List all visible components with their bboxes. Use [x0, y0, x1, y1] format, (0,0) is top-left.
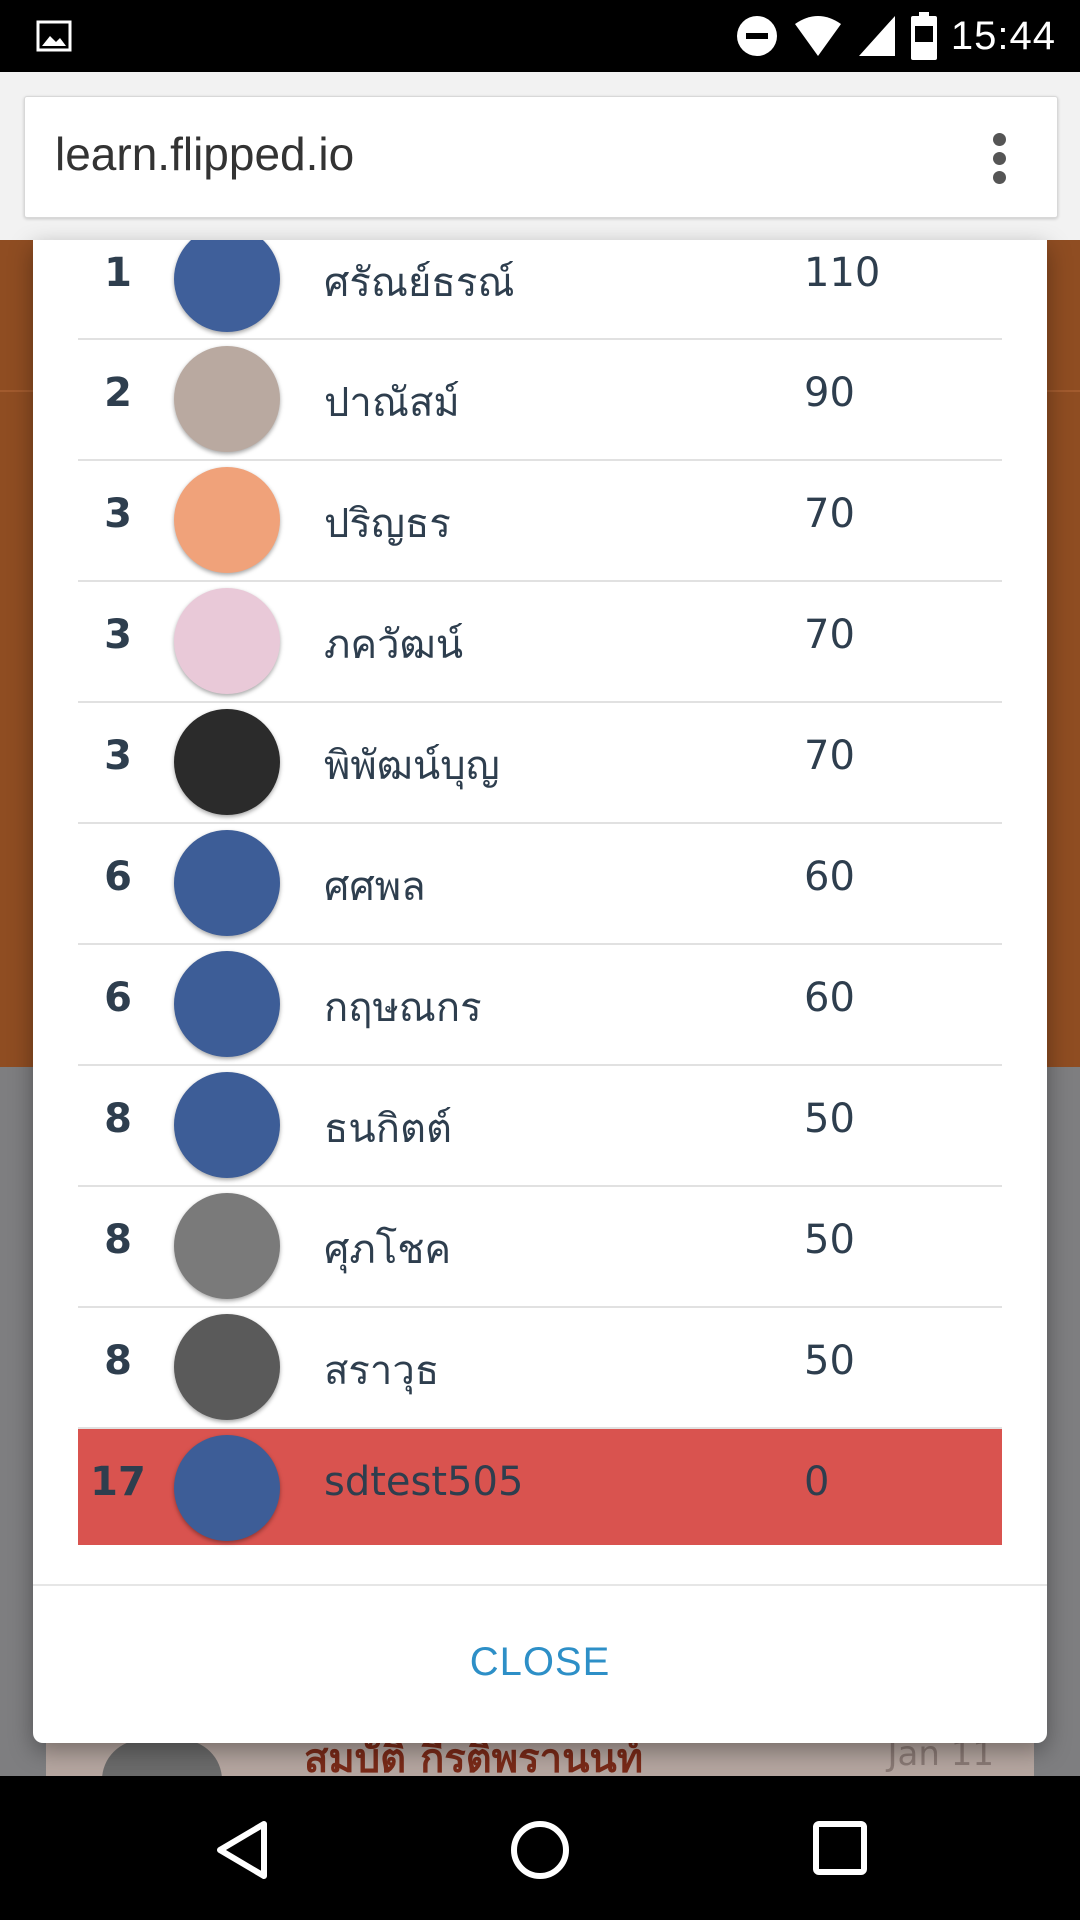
rank: 3: [104, 491, 132, 537]
url-text[interactable]: learn.flipped.io: [55, 127, 354, 181]
avatar: [174, 346, 280, 452]
dialog-divider: [33, 1584, 1047, 1586]
student-name: พิพัฒน์บุญ: [324, 743, 500, 789]
avatar: [174, 951, 280, 1057]
home-icon[interactable]: [508, 1818, 572, 1882]
student-name: ธนกิตต์: [324, 1106, 452, 1152]
avatar: [174, 830, 280, 936]
close-button[interactable]: CLOSE: [33, 1640, 1047, 1685]
table-row: 6 กฤษณกร 60: [78, 945, 1002, 1066]
table-row: 3 ปริญธร 70: [78, 461, 1002, 582]
score: 70: [804, 491, 855, 537]
rank: 8: [104, 1217, 132, 1263]
table-row: 1 ศรัณย์ธรณ์ 110: [78, 240, 1002, 340]
rank: 8: [104, 1338, 132, 1384]
signal-icon: [858, 16, 895, 56]
browser-toolbar: learn.flipped.io: [0, 72, 1080, 240]
student-name: ภควัฒน์: [324, 622, 464, 668]
do-not-disturb-icon: [736, 16, 777, 56]
address-bar[interactable]: learn.flipped.io: [24, 96, 1058, 218]
score: 50: [804, 1096, 855, 1142]
score: 90: [804, 370, 855, 416]
navigation-bar: [0, 1776, 1080, 1920]
student-name: ศุภโชค: [324, 1227, 452, 1273]
score: 0: [804, 1459, 830, 1505]
image-icon: [36, 20, 72, 52]
student-name: ศศพล: [324, 864, 426, 910]
avatar: [174, 1435, 280, 1541]
score: 50: [804, 1217, 855, 1263]
table-row: 8 สราวุธ 50: [78, 1308, 1002, 1429]
clock: 15:44: [950, 13, 1056, 58]
avatar: [174, 467, 280, 573]
rank: 17: [90, 1459, 146, 1505]
rank: 2: [104, 370, 132, 416]
rank: 1: [104, 250, 132, 296]
table-row: 8 ธนกิตต์ 50: [78, 1066, 1002, 1187]
avatar: [174, 1072, 280, 1178]
leaderboard-table: 1 ศรัณย์ธรณ์ 110 2 ปาณัสม์ 90 3 ปริญธร 7…: [78, 240, 1002, 1545]
avatar: [174, 709, 280, 815]
rank: 6: [104, 975, 132, 1021]
score: 110: [804, 250, 881, 296]
rank: 3: [104, 612, 132, 658]
student-name: กฤษณกร: [324, 985, 482, 1031]
avatar: [174, 588, 280, 694]
status-bar: 15:44: [0, 0, 1080, 72]
student-name: ปริญธร: [324, 501, 451, 547]
background-list-item: สมบัติ กีรติพรานนท์ Jan 11: [46, 1740, 1034, 1780]
battery-icon: [910, 12, 937, 60]
score: 60: [804, 975, 855, 1021]
score: 50: [804, 1338, 855, 1384]
student-name: สราวุธ: [324, 1348, 440, 1394]
score: 60: [804, 854, 855, 900]
recents-icon[interactable]: [810, 1818, 870, 1878]
avatar: [174, 1193, 280, 1299]
background-name: สมบัติ กีรติพรานนท์: [304, 1740, 644, 1780]
student-name: ศรัณย์ธรณ์: [324, 260, 515, 306]
rank: 3: [104, 733, 132, 779]
score: 70: [804, 733, 855, 779]
rank: 8: [104, 1096, 132, 1142]
table-row: 2 ปาณัสม์ 90: [78, 340, 1002, 461]
rank: 6: [104, 854, 132, 900]
overflow-menu-icon[interactable]: [989, 133, 1009, 189]
table-row: 3 พิพัฒน์บุญ 70: [78, 703, 1002, 824]
background-date: Jan 11: [887, 1740, 994, 1774]
back-icon[interactable]: [212, 1818, 272, 1882]
current-user-row: 17 sdtest505 0: [78, 1429, 1002, 1545]
student-name: ปาณัสม์: [324, 380, 460, 426]
table-row: 8 ศุภโชค 50: [78, 1187, 1002, 1308]
avatar: [174, 1314, 280, 1420]
leaderboard-dialog: 1 ศรัณย์ธรณ์ 110 2 ปาณัสม์ 90 3 ปริญธร 7…: [33, 240, 1047, 1743]
score: 70: [804, 612, 855, 658]
wifi-icon: [794, 16, 841, 56]
table-row: 3 ภควัฒน์ 70: [78, 582, 1002, 703]
table-row: 6 ศศพล 60: [78, 824, 1002, 945]
avatar: [102, 1740, 222, 1780]
student-name: sdtest505: [324, 1459, 524, 1505]
avatar: [174, 240, 280, 332]
